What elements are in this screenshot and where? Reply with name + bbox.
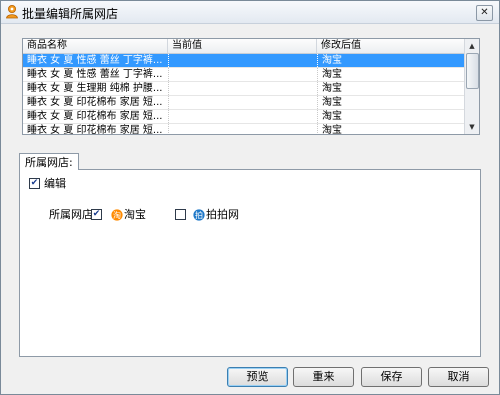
shop-field-label: 所属网店	[49, 208, 93, 221]
edit-checkbox[interactable]: ✔	[29, 178, 40, 189]
svg-text:淘: 淘	[113, 210, 121, 220]
product-list[interactable]: 商品名称 当前值 修改后值 睡衣 女 夏 性感 蕾丝 丁字裤... 淘宝 睡衣 女 …	[22, 38, 480, 135]
cell-product-name: 睡衣 女 夏 印花棉布 家居 短...	[27, 125, 163, 134]
preview-button[interactable]: 预览	[227, 367, 288, 387]
tab-shop[interactable]: 所属网店:	[19, 153, 79, 170]
cell-new-value: 淘宝	[317, 110, 464, 123]
title-bar[interactable]: 批量编辑所属网店 ✕	[1, 1, 499, 24]
table-row[interactable]: 睡衣 女 夏 印花棉布 家居 短... 淘宝	[23, 124, 464, 134]
column-header-current[interactable]: 当前值	[168, 39, 317, 53]
edit-checkbox-label: 编辑	[44, 177, 66, 190]
dialog-window: 批量编辑所属网店 ✕ 商品名称 当前值 修改后值 睡衣 女 夏 性感 蕾丝 丁字…	[0, 0, 500, 395]
save-button[interactable]: 保存	[361, 367, 422, 387]
scroll-up-icon[interactable]: ▲	[466, 40, 478, 52]
cell-current-value	[168, 82, 317, 95]
app-icon	[6, 5, 18, 19]
list-header: 商品名称 当前值 修改后值	[23, 39, 464, 54]
cell-new-value: 淘宝	[317, 96, 464, 109]
cancel-button[interactable]: 取消	[428, 367, 489, 387]
table-row[interactable]: 睡衣 女 夏 生理期 纯棉 护腰... 淘宝	[23, 82, 464, 96]
window-title: 批量编辑所属网店	[22, 7, 119, 21]
table-row[interactable]: 睡衣 女 夏 印花棉布 家居 短... 淘宝	[23, 96, 464, 110]
cell-current-value	[168, 68, 317, 81]
reset-button[interactable]: 重来	[293, 367, 354, 387]
cell-product-name: 睡衣 女 夏 印花棉布 家居 短...	[27, 111, 163, 122]
cell-new-value: 淘宝	[317, 124, 464, 134]
table-row[interactable]: 睡衣 女 夏 性感 蕾丝 丁字裤... 淘宝	[23, 68, 464, 82]
taobao-checkbox[interactable]: ✔	[91, 209, 102, 220]
taobao-icon: 淘	[111, 209, 123, 221]
cell-current-value	[168, 96, 317, 109]
cell-current-value	[168, 110, 317, 123]
taobao-label: 淘宝	[124, 208, 146, 221]
table-row[interactable]: 睡衣 女 夏 性感 蕾丝 丁字裤... 淘宝	[23, 54, 464, 68]
table-row[interactable]: 睡衣 女 夏 印花棉布 家居 短... 淘宝	[23, 110, 464, 124]
cell-product-name: 睡衣 女 夏 性感 蕾丝 丁字裤...	[27, 69, 163, 80]
cell-product-name: 睡衣 女 夏 生理期 纯棉 护腰...	[27, 83, 163, 94]
paipai-icon: 拍	[193, 209, 205, 221]
cell-current-value	[168, 124, 317, 134]
svg-text:拍: 拍	[195, 210, 203, 220]
cell-new-value: 淘宝	[317, 82, 464, 95]
cell-new-value: 淘宝	[317, 54, 464, 67]
cell-current-value	[168, 54, 317, 67]
paipai-label: 拍拍网	[206, 208, 239, 221]
close-button[interactable]: ✕	[476, 5, 493, 21]
cell-product-name: 睡衣 女 夏 性感 蕾丝 丁字裤...	[27, 55, 163, 66]
column-header-name[interactable]: 商品名称	[23, 39, 168, 53]
scroll-down-icon[interactable]: ▼	[466, 121, 478, 133]
paipai-checkbox[interactable]	[175, 209, 186, 220]
column-header-new[interactable]: 修改后值	[317, 39, 464, 53]
list-rows: 睡衣 女 夏 性感 蕾丝 丁字裤... 淘宝 睡衣 女 夏 性感 蕾丝 丁字裤...…	[23, 54, 464, 134]
vertical-scrollbar[interactable]: ▲ ▼	[464, 39, 479, 134]
scroll-thumb[interactable]	[466, 53, 479, 89]
cell-new-value: 淘宝	[317, 68, 464, 81]
shop-panel: ✔ 编辑 所属网店 ✔ 淘 淘宝 拍 拍拍网	[19, 169, 481, 357]
cell-product-name: 睡衣 女 夏 印花棉布 家居 短...	[27, 97, 163, 108]
